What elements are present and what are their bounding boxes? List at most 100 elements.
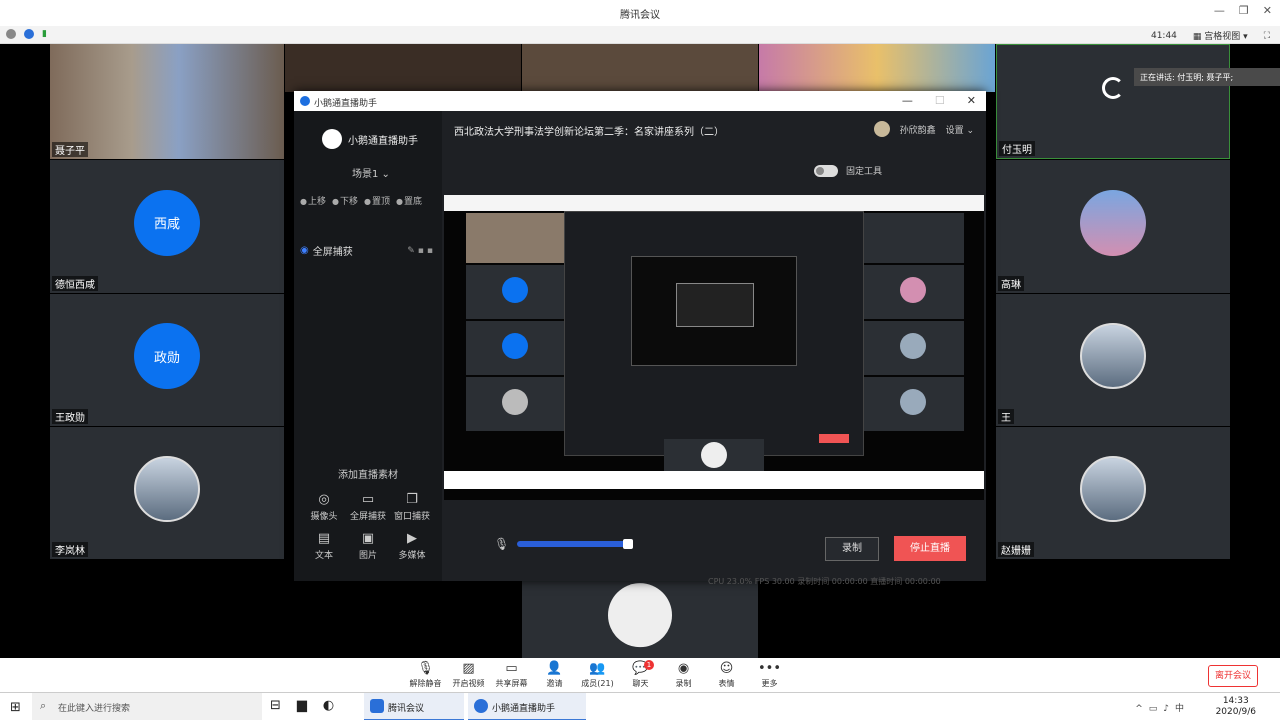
maximize-icon[interactable]: ☐ — [935, 94, 945, 107]
close-icon[interactable]: ✕ — [967, 94, 976, 107]
taskbar-search[interactable]: ⌕ 在此键入进行搜索 — [32, 693, 262, 720]
preview-stop-button — [819, 434, 849, 443]
live-assistant-icon — [474, 699, 488, 713]
participant-tile[interactable]: 聂子平 — [50, 44, 284, 159]
volume-knob[interactable] — [623, 539, 634, 549]
dialog-title: 小鹅通直播助手 — [314, 99, 378, 109]
record-meeting-button[interactable]: ◉ 录制 — [662, 660, 705, 689]
user-name: 孙欣韵鑫 — [899, 125, 936, 136]
participant-tile[interactable] — [285, 44, 521, 92]
members-icon: 👥 — [589, 661, 606, 676]
meeting-toolbar: 🎙 解除静音 ▨ 开启视频 ▭ 共享屏幕 👤 邀请 👥 成员(21) 💬 1 聊天 ◉ 录制 ☺… — [0, 658, 1280, 692]
source-name: 多媒体 — [398, 551, 426, 561]
restore-icon[interactable]: ❐ — [1239, 4, 1249, 17]
participant-name: 高琳 — [998, 276, 1024, 291]
emoji-button[interactable]: ☺ 表情 — [705, 660, 748, 689]
info-icon[interactable] — [6, 29, 16, 39]
view-mode-button[interactable]: ▦ 宫格视图 ▾ — [1193, 29, 1248, 42]
preview-tile — [864, 321, 964, 375]
record-button[interactable]: 录制 — [825, 537, 879, 561]
stop-live-button[interactable]: 停止直播 — [894, 536, 966, 561]
screen-capture-button[interactable]: ▭ 全屏捕获 — [346, 491, 390, 522]
media-source-button[interactable]: ▶ 多媒体 — [390, 530, 434, 561]
invite-button[interactable]: 👤 邀请 — [533, 660, 576, 689]
user-menu[interactable]: 孙欣韵鑫 设置 ⌄ — [873, 121, 974, 137]
preview-titlebar — [444, 195, 984, 211]
fullscreen-icon[interactable]: ⛶ — [1264, 31, 1270, 41]
preview-tile — [864, 377, 964, 431]
participant-tile-speaking[interactable]: 付玉明 — [996, 44, 1230, 159]
minimize-icon[interactable]: — — [1214, 4, 1225, 17]
task-view-icon[interactable]: ⊟ — [270, 698, 281, 713]
participant-tile[interactable]: 李岚林 — [50, 427, 284, 559]
invite-icon: 👤 — [546, 661, 563, 676]
move-up-button[interactable]: 上移 — [300, 194, 326, 207]
members-button[interactable]: 👥 成员(21) — [576, 660, 619, 689]
unmute-button[interactable]: 🎙 解除静音 — [404, 660, 447, 689]
preview-tile — [466, 321, 564, 375]
microphone-icon[interactable]: 🎙 — [494, 537, 509, 551]
shield-icon[interactable] — [24, 29, 34, 39]
app-brand: 小鹅通直播助手 — [322, 129, 418, 149]
move-down-button[interactable]: 下移 — [332, 194, 358, 207]
text-source-button[interactable]: ▤ 文本 — [302, 530, 346, 561]
image-icon: ▣ — [361, 531, 375, 546]
participant-tile[interactable] — [522, 44, 758, 92]
toolbar-label: 共享屏幕 — [495, 679, 528, 688]
participant-tile[interactable]: 高琳 — [996, 160, 1230, 293]
volume-slider[interactable] — [517, 539, 634, 549]
taskbar-app-label: 腾讯会议 — [388, 704, 425, 714]
bring-top-button[interactable]: 置顶 — [364, 194, 390, 207]
browser-icon[interactable]: ◐ — [323, 698, 334, 713]
minimize-icon[interactable]: — — [902, 94, 913, 107]
settings-menu[interactable]: 设置 ⌄ — [946, 123, 974, 136]
send-bottom-button[interactable]: 置底 — [396, 194, 422, 207]
window-title: 腾讯会议 — [620, 10, 660, 21]
source-actions[interactable]: ✎▪▪ — [407, 246, 436, 256]
participant-tile[interactable]: 西咸 德恒西咸 — [50, 160, 284, 293]
toolbar-label: 解除静音 — [409, 679, 442, 688]
avatar — [1080, 323, 1146, 390]
eye-icon[interactable]: ◉ — [300, 245, 309, 256]
preview-tile — [864, 213, 964, 263]
windows-start-icon[interactable]: ⊞ — [10, 700, 21, 715]
participant-tile[interactable]: 赵姗姗 — [996, 427, 1230, 559]
file-explorer-icon[interactable]: ▆ — [297, 698, 307, 713]
taskbar: ⊞ ⌕ 在此键入进行搜索 ⊟ ▆ ◐ 腾讯会议 小鹅通直播助手 ^▭♪中 14:… — [0, 692, 1280, 720]
preview-avatar — [900, 389, 926, 415]
participant-tile[interactable] — [759, 44, 995, 92]
leave-meeting-button[interactable]: 离开会议 — [1208, 665, 1258, 687]
window-capture-button[interactable]: ❐ 窗口捕获 — [390, 491, 434, 522]
participant-tile[interactable]: 王 — [996, 294, 1230, 426]
participant-tile[interactable] — [522, 580, 758, 658]
preview-avatar — [701, 442, 727, 468]
preview-avatar — [900, 333, 926, 359]
scene-selector[interactable]: 场景1 ⌄ — [352, 165, 390, 180]
meeting-info-bar: ▮ 41:44 ▦ 宫格视图 ▾ ⛶ — [0, 26, 1280, 44]
taskbar-app-tencent-meeting[interactable]: 腾讯会议 — [364, 693, 464, 720]
share-screen-button[interactable]: ▭ 共享屏幕 — [490, 660, 533, 689]
preview-tile — [664, 439, 764, 471]
more-icon: ••• — [757, 661, 781, 676]
taskbar-clock[interactable]: 14:33 2020/9/6 — [1216, 696, 1256, 718]
source-item[interactable]: ◉ 全屏捕获 ✎▪▪ — [300, 243, 436, 258]
tencent-meeting-icon — [370, 699, 384, 713]
camera-source-button[interactable]: ◎ 摄像头 — [302, 491, 346, 522]
chat-button[interactable]: 💬 1 聊天 — [619, 660, 662, 689]
close-icon[interactable]: ✕ — [1263, 4, 1272, 17]
preview-tile — [864, 265, 964, 319]
start-video-button[interactable]: ▨ 开启视频 — [447, 660, 490, 689]
layer-ops: 上移 下移 置顶 置底 — [300, 194, 422, 207]
system-tray[interactable]: ^▭♪中 — [1135, 701, 1190, 714]
taskbar-app-live-assistant[interactable]: 小鹅通直播助手 — [468, 693, 586, 720]
image-source-button[interactable]: ▣ 图片 — [346, 530, 390, 561]
participant-tile[interactable]: 政勋 王政勋 — [50, 294, 284, 426]
avatar: 西咸 — [134, 189, 200, 256]
preview-tile — [466, 265, 564, 319]
user-avatar — [873, 121, 890, 137]
more-button[interactable]: ••• 更多 — [748, 660, 791, 689]
share-icon: ▭ — [505, 661, 518, 676]
pin-tool-toggle[interactable] — [814, 164, 838, 177]
title-bar: 腾讯会议 — ❐ ✕ — [0, 0, 1280, 26]
avatar: 政勋 — [134, 323, 200, 390]
